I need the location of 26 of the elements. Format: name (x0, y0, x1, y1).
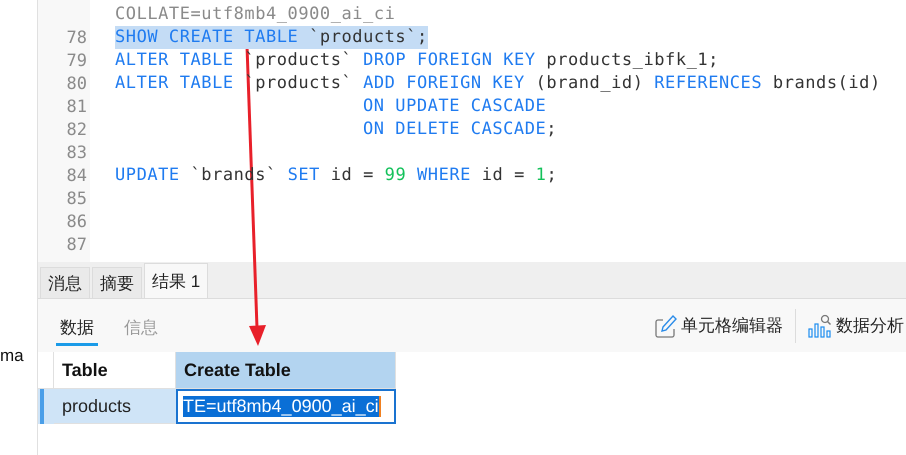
result-tab[interactable]: 消息 (40, 267, 90, 298)
code-line: COLLATE=utf8mb4_0900_ai_ci (115, 3, 396, 26)
data-analysis-button[interactable]: 数据分析 (806, 314, 906, 338)
line-number: 82 (66, 120, 88, 140)
view-tab[interactable]: 数据 (56, 310, 98, 346)
chart-search-icon (808, 314, 832, 338)
result-tab[interactable]: 结果 1 (144, 263, 208, 298)
column-header[interactable]: Create Table (176, 352, 396, 389)
line-number: 85 (66, 188, 88, 208)
cell-editor-button[interactable]: 单元格编辑器 (653, 314, 785, 338)
cell-editor-field[interactable]: TE=utf8mb4_0900_ai_ci (176, 389, 396, 424)
line-number: 83 (66, 142, 88, 162)
line-number: 79 (66, 50, 88, 70)
row-indicator[interactable] (38, 389, 54, 424)
line-number: 87 (66, 234, 88, 254)
line-number: 80 (66, 74, 88, 94)
line-number: 81 (66, 96, 88, 116)
code-line: ON UPDATE CASCADE (362, 95, 546, 118)
line-number: 84 (66, 166, 88, 186)
result-tab[interactable]: 摘要 (92, 267, 142, 298)
sidebar-text-fragment: ma (0, 346, 24, 366)
code-line: ON DELETE CASCADE; (362, 118, 558, 141)
line-number: 78 (66, 28, 88, 48)
line-number: 86 (66, 212, 88, 232)
table-cell: products (54, 389, 176, 424)
edit-icon (655, 314, 677, 338)
